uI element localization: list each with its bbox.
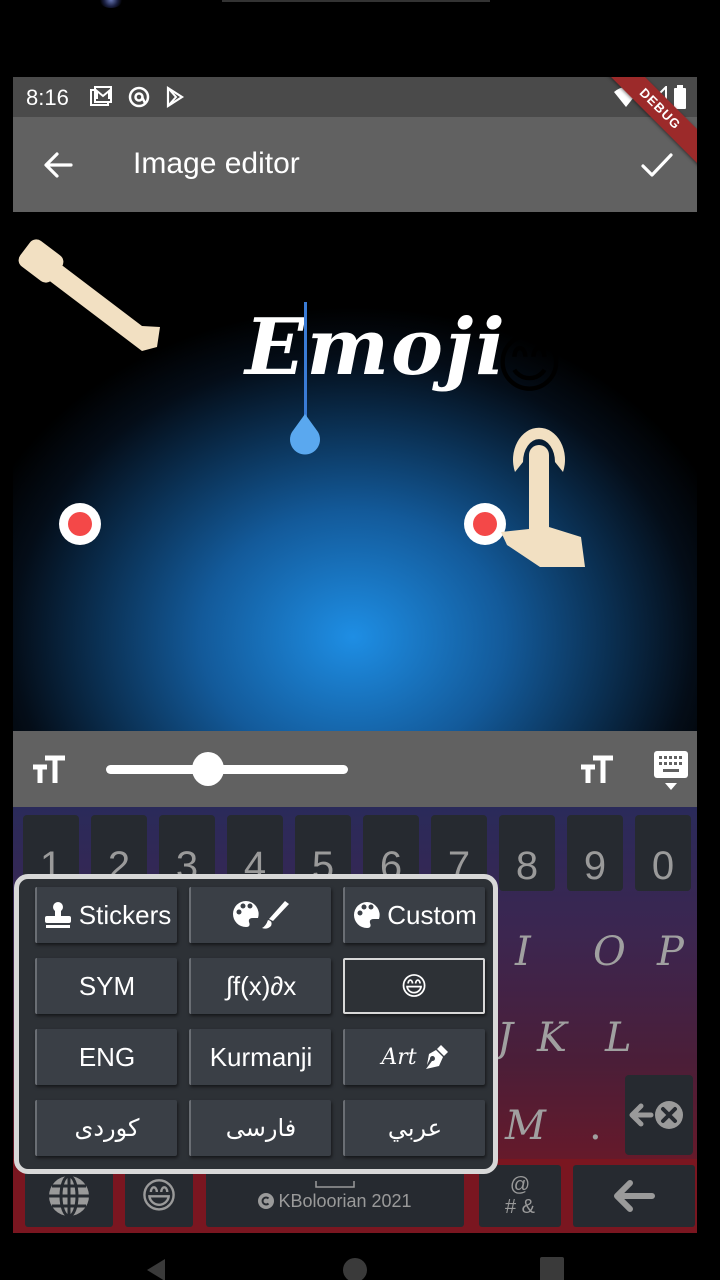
arabic-label: عربي <box>387 1114 443 1142</box>
emoji-mode-button[interactable]: 😄 <box>343 958 485 1014</box>
space-key[interactable]: KBoloorian 2021 <box>206 1165 464 1227</box>
nav-back-icon[interactable] <box>143 1257 169 1280</box>
symbols-bottom: # & <box>504 1196 536 1218</box>
custom-button[interactable]: Custom <box>343 887 485 943</box>
emoji-key[interactable]: 😄 <box>125 1165 193 1227</box>
symbols-key[interactable]: @ # & <box>479 1165 561 1227</box>
kurdish-button[interactable]: کوردی <box>35 1100 177 1156</box>
sym-button[interactable]: SYM <box>35 958 177 1014</box>
symbols-top: @ <box>509 1174 531 1196</box>
front-camera <box>100 0 122 8</box>
font-size-slider[interactable] <box>106 751 348 787</box>
stickers-button[interactable]: Stickers <box>35 887 177 943</box>
key-period[interactable]: . <box>589 1103 602 1149</box>
key-p[interactable]: P <box>657 929 684 975</box>
canvas-emoji[interactable]: 😊 <box>495 330 564 396</box>
space-icon <box>315 1180 355 1188</box>
arrow-left-icon[interactable] <box>41 147 77 183</box>
battery-icon <box>674 85 686 109</box>
status-bar: 8:16 <box>13 77 697 117</box>
nav-home-icon[interactable] <box>342 1257 368 1280</box>
check-icon[interactable] <box>639 147 675 183</box>
navigation-bar <box>13 1233 697 1280</box>
app-bar: Image editor <box>13 117 697 212</box>
slider-track[interactable] <box>106 765 348 774</box>
page-title: Image editor <box>133 147 300 180</box>
backspace-icon <box>629 1101 683 1129</box>
palette-brush-icon <box>233 901 289 929</box>
pen-nib-icon <box>425 1045 448 1069</box>
math-button[interactable]: ∫f(x)∂x <box>189 958 331 1014</box>
nav-recents-icon[interactable] <box>540 1257 564 1280</box>
key-i[interactable]: I <box>515 929 531 975</box>
font-size-toolbar <box>13 731 697 807</box>
keyboard-mode-popup: Stickers Custom SYM ∫f(x)∂x 😄 ENG Kurman… <box>14 874 498 1174</box>
image-canvas[interactable]: Emoji 😊 <box>13 212 697 731</box>
text-size-icon[interactable] <box>579 755 615 785</box>
copyright-icon <box>258 1193 275 1209</box>
device-frame: 8:16 Image editor DEBUG Emoji 😊 1 2 3 4 … <box>0 0 720 1280</box>
custom-label: Custom <box>387 899 477 930</box>
cursor-handle[interactable] <box>287 414 323 458</box>
persian-button[interactable]: فارسی <box>189 1100 331 1156</box>
slider-thumb[interactable] <box>192 752 225 786</box>
draw-button[interactable] <box>189 887 331 943</box>
at-sign-icon <box>128 86 150 108</box>
key-m[interactable]: M <box>505 1103 546 1149</box>
art-label: Art <box>381 1044 417 1070</box>
tap-hand-icon <box>501 427 585 567</box>
palette-icon <box>354 902 380 928</box>
space-label: KBoloorian 2021 <box>258 1190 412 1212</box>
kurmanji-button[interactable]: Kurmanji <box>189 1029 331 1085</box>
globe-icon <box>49 1174 89 1218</box>
selection-handle-left[interactable] <box>59 503 101 545</box>
arabic-button[interactable]: عربي <box>343 1100 485 1156</box>
keyboard-hide-icon[interactable] <box>653 751 689 791</box>
stickers-label: Stickers <box>78 899 172 930</box>
pencil-icon[interactable] <box>15 227 165 357</box>
key-l[interactable]: L <box>605 1015 632 1061</box>
key-9[interactable]: 9 <box>567 815 623 891</box>
persian-label: فارسی <box>225 1114 297 1142</box>
copyright-text: KBoloorian 2021 <box>278 1190 412 1211</box>
screen: 8:16 Image editor DEBUG Emoji 😊 1 2 3 4 … <box>13 77 697 1280</box>
gallery-icon <box>90 86 112 106</box>
delete-key[interactable] <box>625 1075 693 1155</box>
language-key[interactable] <box>25 1165 113 1227</box>
stamp-icon <box>44 902 71 928</box>
text-cursor <box>304 302 307 420</box>
status-time: 8:16 <box>26 85 69 110</box>
canvas-text[interactable]: Emoji <box>245 302 507 393</box>
key-j[interactable]: J <box>497 1015 513 1061</box>
key-8[interactable]: 8 <box>499 815 555 891</box>
enter-key[interactable] <box>573 1165 695 1227</box>
key-k[interactable]: K <box>537 1015 567 1061</box>
key-o[interactable]: O <box>593 929 626 975</box>
art-button[interactable]: Art <box>343 1029 485 1085</box>
text-size-icon[interactable] <box>31 755 67 785</box>
play-store-icon <box>166 85 185 109</box>
key-0[interactable]: 0 <box>635 815 691 891</box>
eng-button[interactable]: ENG <box>35 1029 177 1085</box>
arrow-left-icon <box>614 1180 655 1212</box>
earpiece <box>222 0 490 2</box>
kurdish-label: کوردی <box>74 1114 140 1142</box>
